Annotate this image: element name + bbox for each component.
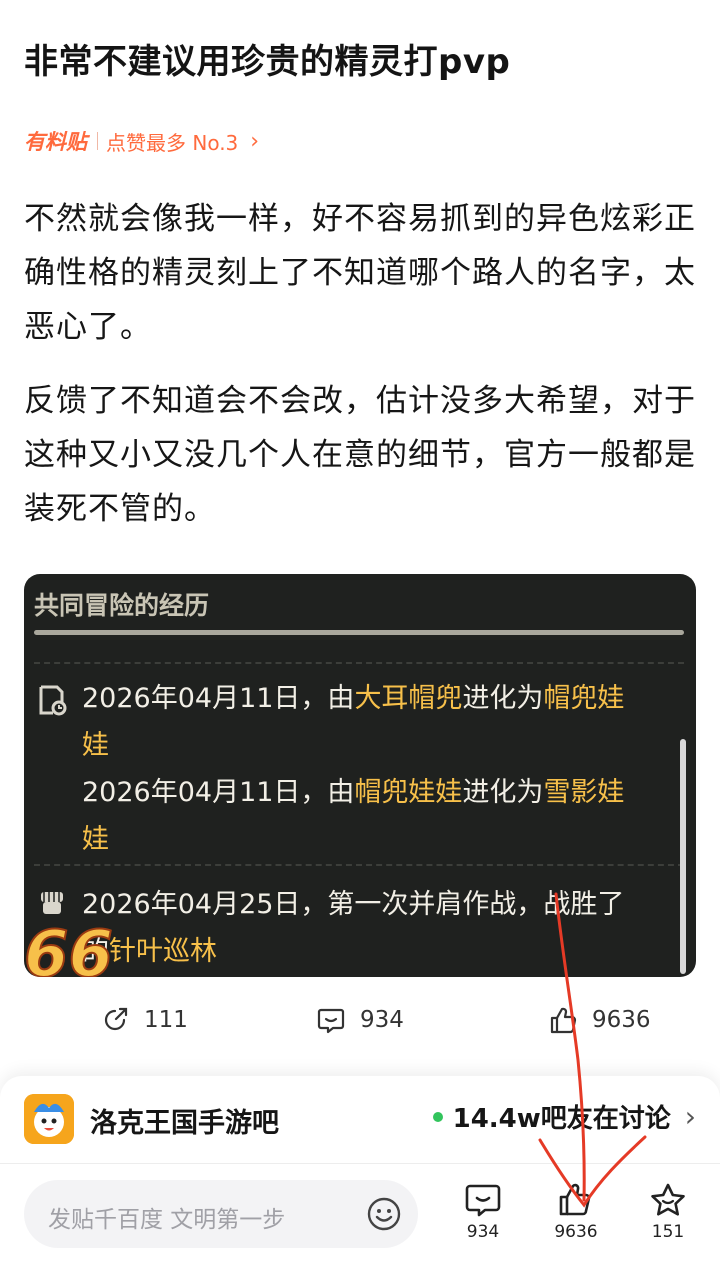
post-image[interactable]: 共同冒险的经历 2026年04月11日，由大耳帽兜进化为帽兜娃 娃 2026年0…: [24, 574, 696, 977]
like-button[interactable]: 9636: [541, 1182, 611, 1242]
sticker-66-text: 66: [24, 918, 113, 977]
share-icon: [104, 1007, 128, 1031]
image-header-divider: [34, 630, 684, 635]
sticker-66-icon: 66: [24, 917, 114, 977]
forum-row[interactable]: 洛克王国手游吧 14.4w吧友在讨论 ›: [0, 1076, 720, 1164]
online-dot-icon: [432, 1111, 443, 1122]
post-title: 非常不建议用珍贵的精灵打pvp: [24, 42, 511, 82]
forum-online-text: 14.4w吧友在讨论: [452, 1104, 671, 1134]
favorite-button[interactable]: 151: [633, 1182, 703, 1242]
comment-icon: [465, 1184, 501, 1217]
comment-stat[interactable]: 934: [316, 1005, 404, 1035]
featured-badge: 有料贴: [24, 130, 87, 154]
image-scrollbar: [680, 739, 686, 974]
history-entry-battle: 2026年04月25日，第一次并肩作战，战胜了 的针叶巡林: [82, 889, 625, 967]
emoji-icon[interactable]: [366, 1196, 402, 1232]
like-stat[interactable]: 9636: [548, 1005, 651, 1035]
post-body: 不然就会像我一样，好不容易抓到的异色炫彩正确性格的精灵刻上了不知道哪个路人的名字…: [24, 192, 704, 556]
like-rank-label: 点赞最多 No.3: [106, 130, 239, 155]
chevron-right-icon: ›: [684, 1100, 696, 1133]
comment-icon: [317, 1008, 345, 1034]
forum-online-count[interactable]: 14.4w吧友在讨论 ›: [432, 1098, 696, 1135]
tag-divider: [97, 132, 98, 150]
comment-count: 934: [360, 1007, 404, 1033]
forum-avatar: [24, 1094, 74, 1144]
share-count: 111: [144, 1007, 188, 1033]
like-button-count: 9636: [554, 1222, 598, 1242]
comment-button[interactable]: 934: [448, 1182, 518, 1242]
post-stats: 111 934 9636: [0, 1005, 720, 1049]
star-icon: [651, 1183, 685, 1216]
forum-mascot-icon: [24, 1094, 74, 1144]
post-paragraph: 反馈了不知道会不会改，估计没多大希望，对于这种又小又没几个人在意的细节，官方一般…: [24, 383, 696, 527]
favorite-button-count: 151: [651, 1222, 685, 1242]
bottom-panel: 洛克王国手游吧 14.4w吧友在讨论 › 发贴千百度 文明第一步 934 963…: [0, 1076, 720, 1274]
share-stat[interactable]: 111: [100, 1005, 188, 1035]
comment-button-count: 934: [466, 1222, 500, 1242]
thumbs-up-icon: [559, 1183, 591, 1216]
like-count: 9636: [592, 1007, 651, 1033]
post-paragraph: 不然就会像我一样，好不容易抓到的异色炫彩正确性格的精灵刻上了不知道哪个路人的名字…: [24, 201, 696, 345]
post-tagline[interactable]: 有料贴 点赞最多 No.3 ›: [24, 125, 259, 157]
evolution-record-icon: [39, 685, 67, 716]
image-divider: [34, 662, 684, 664]
thumbs-up-icon: [550, 1007, 577, 1034]
history-entry-evolution: 2026年04月11日，由大耳帽兜进化为帽兜娃 娃 2026年04月11日，由帽…: [82, 683, 625, 855]
forum-name: 洛克王国手游吧: [90, 1108, 279, 1139]
reply-input-placeholder: 发贴千百度 文明第一步: [48, 1207, 286, 1233]
image-divider: [34, 864, 684, 866]
reply-input[interactable]: 发贴千百度 文明第一步: [24, 1180, 418, 1248]
image-header: 共同冒险的经历: [34, 591, 210, 620]
chevron-right-icon: ›: [250, 128, 260, 154]
